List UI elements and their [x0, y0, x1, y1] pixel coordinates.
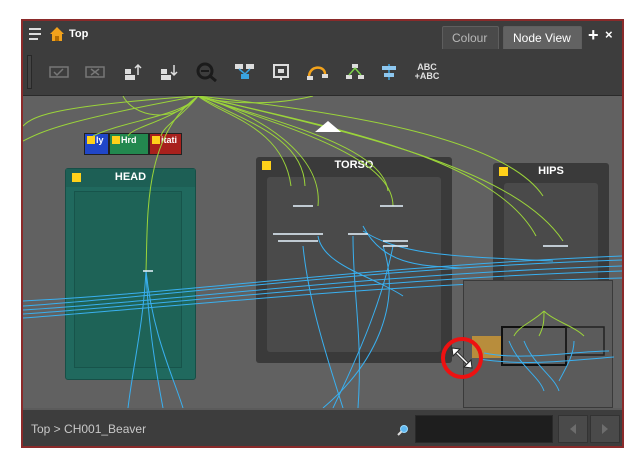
group-nodes-icon — [235, 64, 254, 79]
enable-node-button[interactable] — [45, 59, 73, 85]
title-bar: Top Colour Node View + × — [23, 21, 622, 49]
home-icon[interactable] — [49, 26, 65, 42]
cable-button[interactable] — [303, 59, 331, 85]
tab-colour[interactable]: Colour — [442, 26, 499, 49]
align-icon — [382, 64, 396, 80]
search-input[interactable] — [415, 415, 553, 443]
resize-icon[interactable] — [450, 346, 474, 370]
previous-icon — [570, 424, 576, 434]
disable-node-icon — [85, 66, 105, 78]
mini-map[interactable] — [463, 280, 614, 408]
close-view-button[interactable]: × — [605, 25, 613, 45]
move-down-icon — [161, 65, 178, 80]
search-icon — [397, 425, 408, 436]
window-title: Top — [69, 28, 89, 40]
move-up-icon — [125, 63, 142, 80]
align-button[interactable] — [375, 59, 403, 85]
status-bar: Top > CH001_Beaver — [23, 410, 622, 446]
add-view-button[interactable]: + — [588, 25, 599, 45]
backdrop-icon — [273, 64, 289, 80]
next-icon — [602, 424, 608, 434]
zoom-out-button[interactable] — [193, 59, 221, 85]
group-nodes-button[interactable] — [231, 59, 259, 85]
enable-node-icon — [49, 66, 69, 78]
mini-map-graph — [472, 310, 614, 392]
node-canvas[interactable]: HEAD ly Hrd itati TORSO HIPS — [23, 96, 622, 408]
disable-node-button[interactable] — [81, 59, 109, 85]
toolbar-grip[interactable] — [27, 55, 32, 89]
arrange-icon — [346, 64, 364, 79]
toolbar: ABC +ABC — [23, 49, 622, 96]
move-down-button[interactable] — [155, 59, 183, 85]
backdrop-button[interactable] — [267, 59, 295, 85]
arrange-button[interactable] — [341, 59, 369, 85]
cable-icon — [307, 66, 328, 80]
node-view-window: Top Colour Node View + × ABC +ABC HEAD l… — [21, 19, 624, 448]
rename-button[interactable]: ABC +ABC — [413, 59, 441, 85]
zoom-out-icon — [196, 62, 217, 82]
rename-icon: ABC +ABC — [414, 62, 440, 81]
previous-button[interactable] — [558, 415, 588, 443]
move-up-button[interactable] — [119, 59, 147, 85]
next-button[interactable] — [590, 415, 620, 443]
menu-icon[interactable] — [29, 28, 43, 40]
breadcrumb[interactable]: Top > CH001_Beaver — [31, 422, 146, 436]
navigate-up-arrow-icon[interactable] — [315, 121, 341, 132]
tab-node-view[interactable]: Node View — [503, 26, 582, 49]
